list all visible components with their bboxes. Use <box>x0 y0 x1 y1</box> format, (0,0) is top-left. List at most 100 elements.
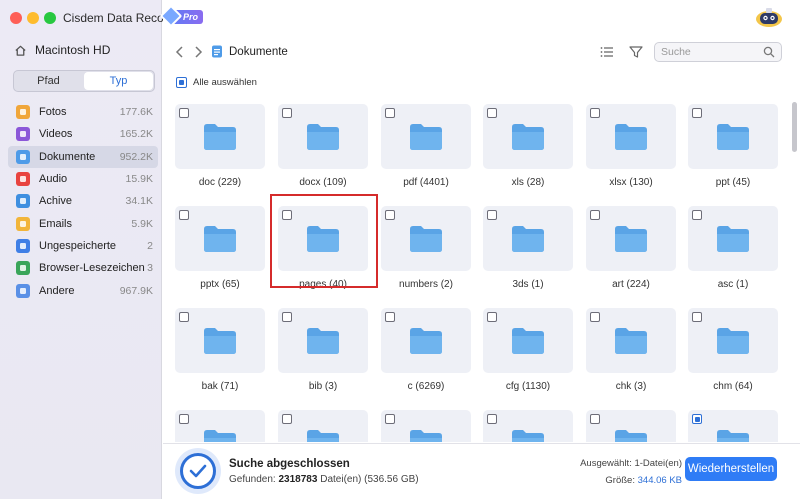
file-type-tile[interactable] <box>586 410 676 442</box>
back-button[interactable] <box>172 44 188 60</box>
account-avatar-icon[interactable] <box>754 6 784 28</box>
folder-card[interactable] <box>175 104 265 169</box>
close-window-button[interactable] <box>10 12 22 24</box>
zoom-window-button[interactable] <box>44 12 56 24</box>
file-type-tile[interactable]: xlsx (130) <box>586 104 676 188</box>
file-type-tile[interactable]: chk (3) <box>586 308 676 392</box>
sidebar-item-email[interactable]: Emails 5.9K <box>8 212 158 234</box>
folder-card[interactable] <box>278 308 368 373</box>
file-type-tile[interactable]: pages (40) <box>278 206 368 290</box>
tile-checkbox[interactable] <box>282 210 292 220</box>
folder-card[interactable] <box>278 206 368 271</box>
tile-checkbox[interactable] <box>385 210 395 220</box>
tile-checkbox[interactable] <box>692 312 702 322</box>
tile-checkbox[interactable] <box>385 414 395 424</box>
sidebar-item-video[interactable]: Videos 165.2K <box>8 123 158 145</box>
scrollbar-thumb[interactable] <box>792 102 797 152</box>
file-type-tile[interactable]: ppt (45) <box>688 104 778 188</box>
folder-card[interactable] <box>175 308 265 373</box>
folder-card[interactable] <box>175 206 265 271</box>
tile-checkbox[interactable] <box>487 312 497 322</box>
sidebar-item-unsaved[interactable]: Ungespeicherte 2 <box>8 235 158 257</box>
folder-card[interactable] <box>688 104 778 169</box>
tile-checkbox[interactable] <box>282 414 292 424</box>
tile-checkbox[interactable] <box>487 210 497 220</box>
folder-card[interactable] <box>586 104 676 169</box>
file-type-tile[interactable] <box>278 410 368 442</box>
tile-checkbox[interactable] <box>590 108 600 118</box>
file-type-tile[interactable] <box>688 410 778 442</box>
tile-checkbox[interactable] <box>590 414 600 424</box>
file-type-tile[interactable]: 3ds (1) <box>483 206 573 290</box>
tile-checkbox[interactable] <box>282 312 292 322</box>
tile-checkbox[interactable] <box>385 108 395 118</box>
select-all[interactable]: Alle auswählen <box>176 77 257 88</box>
sidebar-item-count: 177.6K <box>119 106 153 119</box>
sidebar-item-bookmark[interactable]: Browser-Lesezeichen 3 <box>8 257 158 279</box>
folder-card[interactable] <box>278 410 368 442</box>
file-type-tile[interactable] <box>483 410 573 442</box>
tile-checkbox[interactable] <box>487 414 497 424</box>
tile-checkbox[interactable] <box>179 414 189 424</box>
folder-card[interactable] <box>175 410 265 442</box>
sidebar-item-audio[interactable]: Audio 15.9K <box>8 168 158 190</box>
tile-checkbox[interactable] <box>179 312 189 322</box>
folder-card[interactable] <box>381 104 471 169</box>
folder-card[interactable] <box>381 308 471 373</box>
file-type-tile[interactable]: docx (109) <box>278 104 368 188</box>
folder-card[interactable] <box>381 206 471 271</box>
file-type-tile[interactable]: bib (3) <box>278 308 368 392</box>
search-icon[interactable] <box>763 46 775 58</box>
file-type-tile[interactable] <box>381 410 471 442</box>
recover-button[interactable]: Wiederherstellen <box>685 457 777 481</box>
folder-card[interactable] <box>688 206 778 271</box>
minimize-window-button[interactable] <box>27 12 39 24</box>
tile-checkbox[interactable] <box>385 312 395 322</box>
tile-checkbox[interactable] <box>487 108 497 118</box>
file-type-tile[interactable]: asc (1) <box>688 206 778 290</box>
file-type-tile[interactable]: pptx (65) <box>175 206 265 290</box>
folder-card[interactable] <box>483 104 573 169</box>
file-type-tile[interactable]: numbers (2) <box>381 206 471 290</box>
tab-path[interactable]: Pfad <box>14 71 83 91</box>
tile-checkbox[interactable] <box>590 210 600 220</box>
folder-card[interactable] <box>278 104 368 169</box>
list-view-icon[interactable] <box>599 44 615 60</box>
file-type-tile[interactable]: chm (64) <box>688 308 778 392</box>
folder-card[interactable] <box>688 410 778 442</box>
tab-type[interactable]: Typ <box>84 72 153 90</box>
tile-checkbox[interactable] <box>282 108 292 118</box>
folder-card[interactable] <box>381 410 471 442</box>
select-all-checkbox[interactable] <box>176 77 187 88</box>
tile-checkbox[interactable] <box>692 108 702 118</box>
file-type-tile[interactable] <box>175 410 265 442</box>
forward-button[interactable] <box>190 44 206 60</box>
file-type-tile[interactable]: art (224) <box>586 206 676 290</box>
sidebar-item-archive[interactable]: Achive 34.1K <box>8 190 158 212</box>
file-type-tile[interactable]: c (6269) <box>381 308 471 392</box>
folder-card[interactable] <box>586 308 676 373</box>
folder-card[interactable] <box>586 410 676 442</box>
tile-checkbox[interactable] <box>179 108 189 118</box>
folder-card[interactable] <box>586 206 676 271</box>
tile-checkbox[interactable] <box>692 414 702 424</box>
file-type-tile[interactable]: pdf (4401) <box>381 104 471 188</box>
file-type-tile[interactable]: bak (71) <box>175 308 265 392</box>
filter-icon[interactable] <box>628 44 644 60</box>
grid-scrollbar[interactable] <box>791 96 797 442</box>
tile-checkbox[interactable] <box>692 210 702 220</box>
folder-card[interactable] <box>483 308 573 373</box>
folder-card[interactable] <box>483 410 573 442</box>
disk-selector[interactable]: Macintosh HD <box>14 43 110 57</box>
tile-checkbox[interactable] <box>590 312 600 322</box>
sidebar-item-photo[interactable]: Fotos 177.6K <box>8 101 158 123</box>
sidebar-item-other[interactable]: Andere 967.9K <box>8 279 158 301</box>
folder-card[interactable] <box>483 206 573 271</box>
sidebar-item-document[interactable]: Dokumente 952.2K <box>8 145 158 168</box>
file-type-tile[interactable]: xls (28) <box>483 104 573 188</box>
file-type-tile[interactable]: doc (229) <box>175 104 265 188</box>
folder-card[interactable] <box>688 308 778 373</box>
file-type-tile[interactable]: cfg (1130) <box>483 308 573 392</box>
tile-checkbox[interactable] <box>179 210 189 220</box>
search-input[interactable] <box>655 43 755 61</box>
